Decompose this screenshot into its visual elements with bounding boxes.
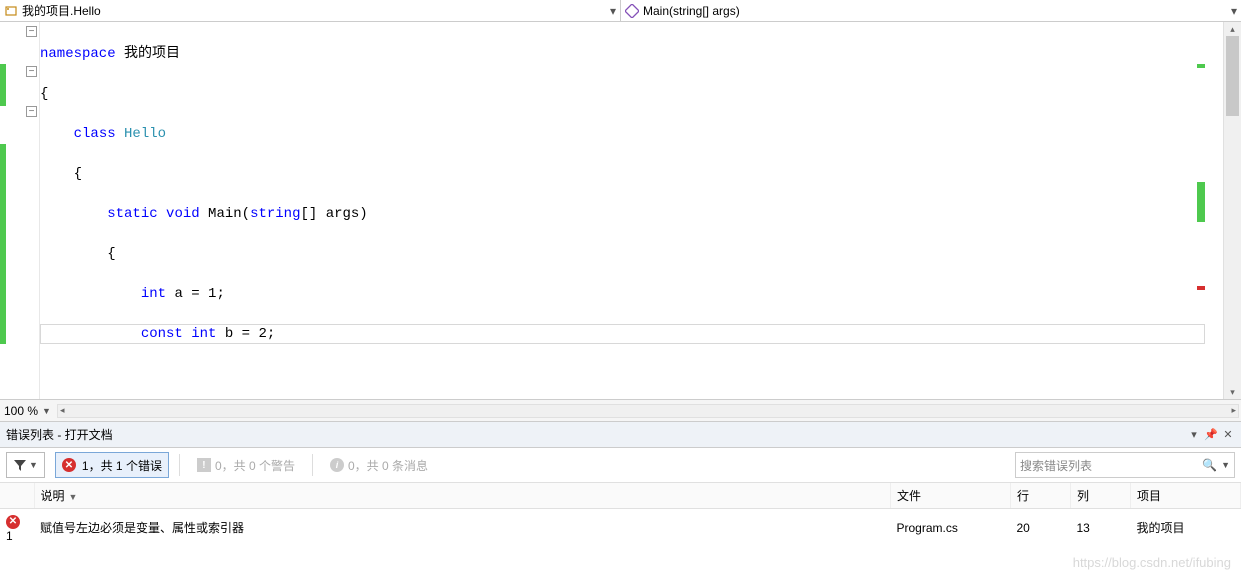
code-text: { bbox=[40, 244, 1223, 264]
keyword: string bbox=[250, 206, 300, 222]
warning-icon: ! bbox=[197, 458, 211, 472]
keyword: class bbox=[74, 126, 116, 142]
chevron-down-icon: ▼ bbox=[1221, 460, 1230, 470]
col-description[interactable]: 说明 ▼ bbox=[34, 483, 891, 509]
error-icon: ✕ bbox=[62, 458, 76, 472]
breadcrumb-scope[interactable]: 我的项目.Hello ▾ bbox=[0, 0, 621, 21]
chevron-down-icon: ▼ bbox=[29, 460, 38, 470]
vertical-scrollbar[interactable]: ▴ ▾ bbox=[1223, 22, 1241, 399]
change-marker bbox=[0, 64, 6, 106]
code-text: { bbox=[40, 164, 1223, 184]
chevron-down-icon[interactable]: ▾ bbox=[1227, 4, 1241, 18]
breadcrumb-scope-label: 我的项目.Hello bbox=[22, 2, 101, 19]
breadcrumb-member[interactable]: Main(string[] args) ▾ bbox=[621, 0, 1241, 21]
fold-toggle[interactable]: − bbox=[26, 106, 37, 117]
ruler-change-tick bbox=[1197, 182, 1205, 222]
breadcrumb-member-label: Main(string[] args) bbox=[643, 4, 740, 18]
scroll-left-arrow[interactable]: ◂ bbox=[60, 405, 65, 416]
editor-footer: 100 % ▼ ◂ ▸ bbox=[0, 400, 1241, 422]
scroll-down-arrow[interactable]: ▾ bbox=[1224, 385, 1241, 399]
pin-icon[interactable]: 📌 bbox=[1204, 428, 1218, 442]
messages-count-label: 0，共 0 条消息 bbox=[348, 457, 428, 474]
zoom-value: 100 % bbox=[4, 404, 38, 418]
class-icon bbox=[4, 4, 18, 18]
table-header-row: 说明 ▼ 文件 行 列 项目 bbox=[0, 483, 1241, 509]
row-line: 20 bbox=[1011, 509, 1071, 547]
watermark-text: https://blog.csdn.net/ifubing bbox=[1073, 555, 1231, 570]
warnings-count-label: 0，共 0 个警告 bbox=[215, 457, 295, 474]
row-number: 1 bbox=[6, 529, 13, 543]
code-area[interactable]: namespace 我的项目 { class Hello { static vo… bbox=[40, 22, 1223, 399]
scroll-right-arrow[interactable]: ▸ bbox=[1231, 405, 1236, 416]
row-project: 我的项目 bbox=[1131, 509, 1241, 547]
chevron-down-icon: ▼ bbox=[42, 406, 51, 416]
separator bbox=[179, 454, 180, 476]
zoom-dropdown[interactable]: 100 % ▼ bbox=[0, 404, 55, 418]
sort-asc-icon: ▼ bbox=[69, 492, 78, 502]
fold-toggle[interactable]: − bbox=[26, 66, 37, 77]
panel-menu-icon[interactable]: ▾ bbox=[1187, 428, 1201, 442]
errors-count-label: 1，共 1 个错误 bbox=[82, 457, 162, 474]
table-row[interactable]: ✕1 赋值号左边必须是变量、属性或索引器 Program.cs 20 13 我的… bbox=[0, 509, 1241, 547]
col-label: 说明 bbox=[41, 489, 65, 503]
code-text: Main( bbox=[200, 206, 250, 222]
code-text: { bbox=[40, 84, 1223, 104]
breadcrumb-bar: 我的项目.Hello ▾ Main(string[] args) ▾ bbox=[0, 0, 1241, 22]
info-icon: i bbox=[330, 458, 344, 472]
code-text: 我的项目 bbox=[116, 46, 180, 62]
messages-filter-button[interactable]: i 0，共 0 条消息 bbox=[323, 452, 435, 478]
code-text: a = 1; bbox=[166, 286, 225, 302]
errors-filter-button[interactable]: ✕ 1，共 1 个错误 bbox=[55, 452, 169, 478]
row-file: Program.cs bbox=[891, 509, 1011, 547]
row-column: 13 bbox=[1071, 509, 1131, 547]
warnings-filter-button[interactable]: ! 0，共 0 个警告 bbox=[190, 452, 302, 478]
col-project[interactable]: 项目 bbox=[1131, 483, 1241, 509]
chevron-down-icon[interactable]: ▾ bbox=[606, 4, 620, 18]
col-column[interactable]: 列 bbox=[1071, 483, 1131, 509]
filter-button[interactable]: ▼ bbox=[6, 452, 45, 478]
code-text: [] args) bbox=[301, 206, 368, 222]
scroll-up-arrow[interactable]: ▴ bbox=[1224, 22, 1241, 36]
method-icon bbox=[625, 4, 639, 18]
scrollbar-thumb[interactable] bbox=[1226, 36, 1239, 116]
change-marker bbox=[0, 144, 6, 344]
keyword: static bbox=[107, 206, 157, 222]
overview-ruler bbox=[1195, 22, 1205, 399]
error-table: 说明 ▼ 文件 行 列 项目 ✕1 赋值号左边必须是变量、属性或索引器 Progr… bbox=[0, 483, 1241, 547]
row-icon-cell: ✕1 bbox=[0, 509, 34, 547]
error-list-title-bar: 错误列表 - 打开文档 ▾ 📌 ✕ bbox=[0, 422, 1241, 448]
filter-icon bbox=[13, 458, 27, 472]
fold-toggle[interactable]: − bbox=[26, 26, 37, 37]
keyword: namespace bbox=[40, 46, 116, 62]
col-line[interactable]: 行 bbox=[1011, 483, 1071, 509]
error-list-toolbar: ▼ ✕ 1，共 1 个错误 ! 0，共 0 个警告 i 0，共 0 条消息 搜索… bbox=[0, 448, 1241, 483]
search-icon: 🔍 bbox=[1202, 458, 1217, 472]
code-editor: − − − namespace 我的项目 { class Hello { sta… bbox=[0, 22, 1241, 400]
horizontal-scrollbar[interactable]: ◂ ▸ bbox=[57, 404, 1239, 418]
keyword: void bbox=[166, 206, 200, 222]
error-icon: ✕ bbox=[6, 515, 20, 529]
row-description: 赋值号左边必须是变量、属性或索引器 bbox=[34, 509, 891, 547]
col-icon[interactable] bbox=[0, 483, 34, 509]
close-icon[interactable]: ✕ bbox=[1221, 428, 1235, 442]
keyword: int bbox=[141, 286, 166, 302]
search-error-list-input[interactable]: 搜索错误列表 🔍 ▼ bbox=[1015, 452, 1235, 478]
editor-gutter: − − − bbox=[0, 22, 40, 399]
col-file[interactable]: 文件 bbox=[891, 483, 1011, 509]
search-placeholder: 搜索错误列表 bbox=[1020, 457, 1092, 474]
ruler-error-tick bbox=[1197, 286, 1205, 290]
panel-title-label: 错误列表 - 打开文档 bbox=[6, 426, 113, 443]
type-name: Hello bbox=[116, 126, 166, 142]
ruler-change-tick bbox=[1197, 64, 1205, 68]
separator bbox=[312, 454, 313, 476]
current-line-highlight bbox=[40, 324, 1205, 344]
